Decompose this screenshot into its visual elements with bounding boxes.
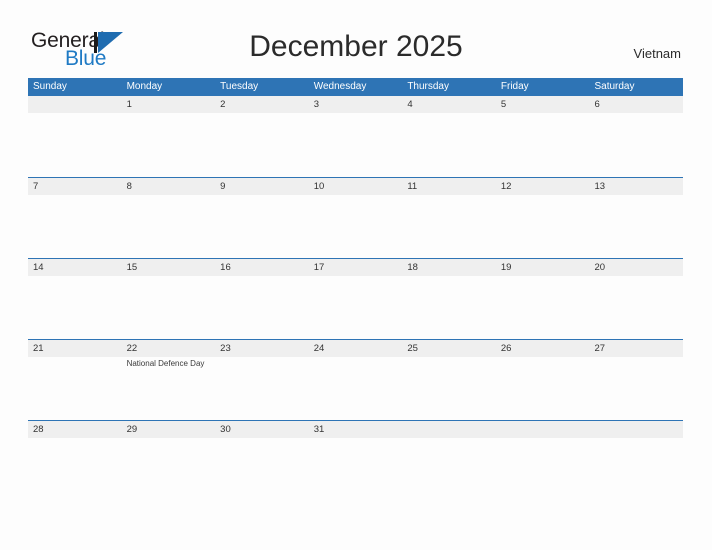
day-band <box>28 96 122 113</box>
day-number: 3 <box>313 99 320 110</box>
day-number: 22 <box>126 343 138 354</box>
day-band <box>215 96 309 113</box>
day-number: 29 <box>126 424 138 435</box>
week-row: 28 29 30 31 <box>28 420 684 442</box>
day-cell[interactable]: 3 <box>308 96 403 177</box>
day-events: National Defence Day <box>127 358 213 369</box>
day-number: 11 <box>407 181 418 192</box>
day-cell[interactable]: 29 <box>121 421 216 442</box>
day-number: 23 <box>220 343 231 354</box>
day-cell[interactable]: 12 <box>495 178 590 258</box>
day-cell[interactable]: 8 <box>121 178 216 258</box>
day-cell[interactable] <box>28 96 122 177</box>
day-cell[interactable]: 28 <box>28 421 122 442</box>
day-number: 13 <box>594 181 606 192</box>
day-number: 18 <box>407 262 418 273</box>
weekday-friday: Friday <box>500 81 529 92</box>
day-number: 24 <box>313 343 325 354</box>
country-label: Vietnam <box>633 46 681 61</box>
day-band <box>215 178 309 195</box>
day-number: 17 <box>313 262 325 273</box>
day-band <box>121 178 216 195</box>
calendar-page: General Blue December 2025 Vietnam Sunda… <box>0 0 712 550</box>
day-number: 7 <box>33 181 39 192</box>
day-band <box>495 96 590 113</box>
day-number: 4 <box>407 99 413 110</box>
day-number: 6 <box>594 99 600 110</box>
day-number: 26 <box>500 343 512 354</box>
day-cell[interactable] <box>402 421 496 442</box>
day-band <box>121 96 216 113</box>
day-cell[interactable]: 9 <box>215 178 309 258</box>
week-row: 1 2 3 4 5 6 <box>28 96 684 177</box>
day-number: 21 <box>33 343 44 354</box>
day-number: 30 <box>220 424 231 435</box>
day-cell[interactable]: 4 <box>402 96 496 177</box>
day-cell[interactable]: 13 <box>589 178 684 258</box>
day-band <box>402 421 496 438</box>
week-row: 7 8 9 10 11 12 13 <box>28 177 684 258</box>
day-band <box>308 96 403 113</box>
day-number: 25 <box>407 343 418 354</box>
weekday-saturday: Saturday <box>594 81 635 92</box>
day-cell[interactable] <box>495 421 590 442</box>
day-number: 9 <box>220 181 226 192</box>
weekday-sunday: Sunday <box>33 81 67 92</box>
day-number: 19 <box>500 262 512 273</box>
day-number: 14 <box>33 262 44 273</box>
day-number: 10 <box>313 181 325 192</box>
day-cell[interactable]: 14 <box>28 259 122 339</box>
day-cell[interactable]: 20 <box>589 259 684 339</box>
weekday-header-row: Sunday Monday Tuesday Wednesday Thursday… <box>28 78 683 96</box>
day-band <box>495 421 590 438</box>
day-cell[interactable]: 19 <box>495 259 590 339</box>
day-cell[interactable]: 2 <box>215 96 309 177</box>
day-cell[interactable]: 7 <box>28 178 122 258</box>
day-cell[interactable]: 11 <box>402 178 496 258</box>
day-cell[interactable]: 21 <box>28 340 122 420</box>
day-number: 5 <box>500 99 507 110</box>
weekday-monday: Monday <box>126 81 163 92</box>
day-cell[interactable]: 22 National Defence Day <box>121 340 216 420</box>
day-number: 15 <box>126 262 138 273</box>
day-number: 8 <box>126 181 132 192</box>
day-number: 20 <box>594 262 606 273</box>
day-band <box>589 96 684 113</box>
day-number: 2 <box>220 99 226 110</box>
day-cell[interactable]: 18 <box>402 259 496 339</box>
day-number: 31 <box>313 424 325 435</box>
page-header: General Blue December 2025 Vietnam <box>0 0 712 78</box>
day-cell[interactable]: 6 <box>589 96 684 177</box>
day-number: 16 <box>220 262 231 273</box>
day-number: 1 <box>126 99 132 110</box>
day-cell[interactable]: 26 <box>495 340 590 420</box>
day-cell[interactable]: 5 <box>495 96 590 177</box>
weekday-tuesday: Tuesday <box>220 81 259 92</box>
day-band <box>402 96 496 113</box>
day-band <box>589 421 684 438</box>
day-cell[interactable]: 16 <box>215 259 309 339</box>
week-row: 14 15 16 17 18 19 20 <box>28 258 684 339</box>
day-cell[interactable]: 15 <box>121 259 216 339</box>
day-cell[interactable]: 10 <box>308 178 403 258</box>
event-label: National Defence Day <box>126 359 205 368</box>
day-cell[interactable]: 24 <box>308 340 403 420</box>
day-cell[interactable]: 31 <box>308 421 403 442</box>
day-cell[interactable]: 25 <box>402 340 496 420</box>
week-row: 21 22 National Defence Day 23 24 25 26 2… <box>28 339 684 420</box>
day-number: 27 <box>594 343 606 354</box>
weekday-thursday: Thursday <box>407 81 449 92</box>
day-cell[interactable] <box>589 421 684 442</box>
day-number: 28 <box>33 424 44 435</box>
day-cell[interactable]: 27 <box>589 340 684 420</box>
day-cell[interactable]: 23 <box>215 340 309 420</box>
day-band <box>28 178 122 195</box>
day-cell[interactable]: 17 <box>308 259 403 339</box>
page-title: December 2025 <box>249 30 463 63</box>
weekday-wednesday: Wednesday <box>313 81 367 92</box>
calendar-grid: Sunday Monday Tuesday Wednesday Thursday… <box>28 78 684 442</box>
day-number: 12 <box>500 181 512 192</box>
day-cell[interactable]: 1 <box>121 96 216 177</box>
day-cell[interactable]: 30 <box>215 421 309 442</box>
